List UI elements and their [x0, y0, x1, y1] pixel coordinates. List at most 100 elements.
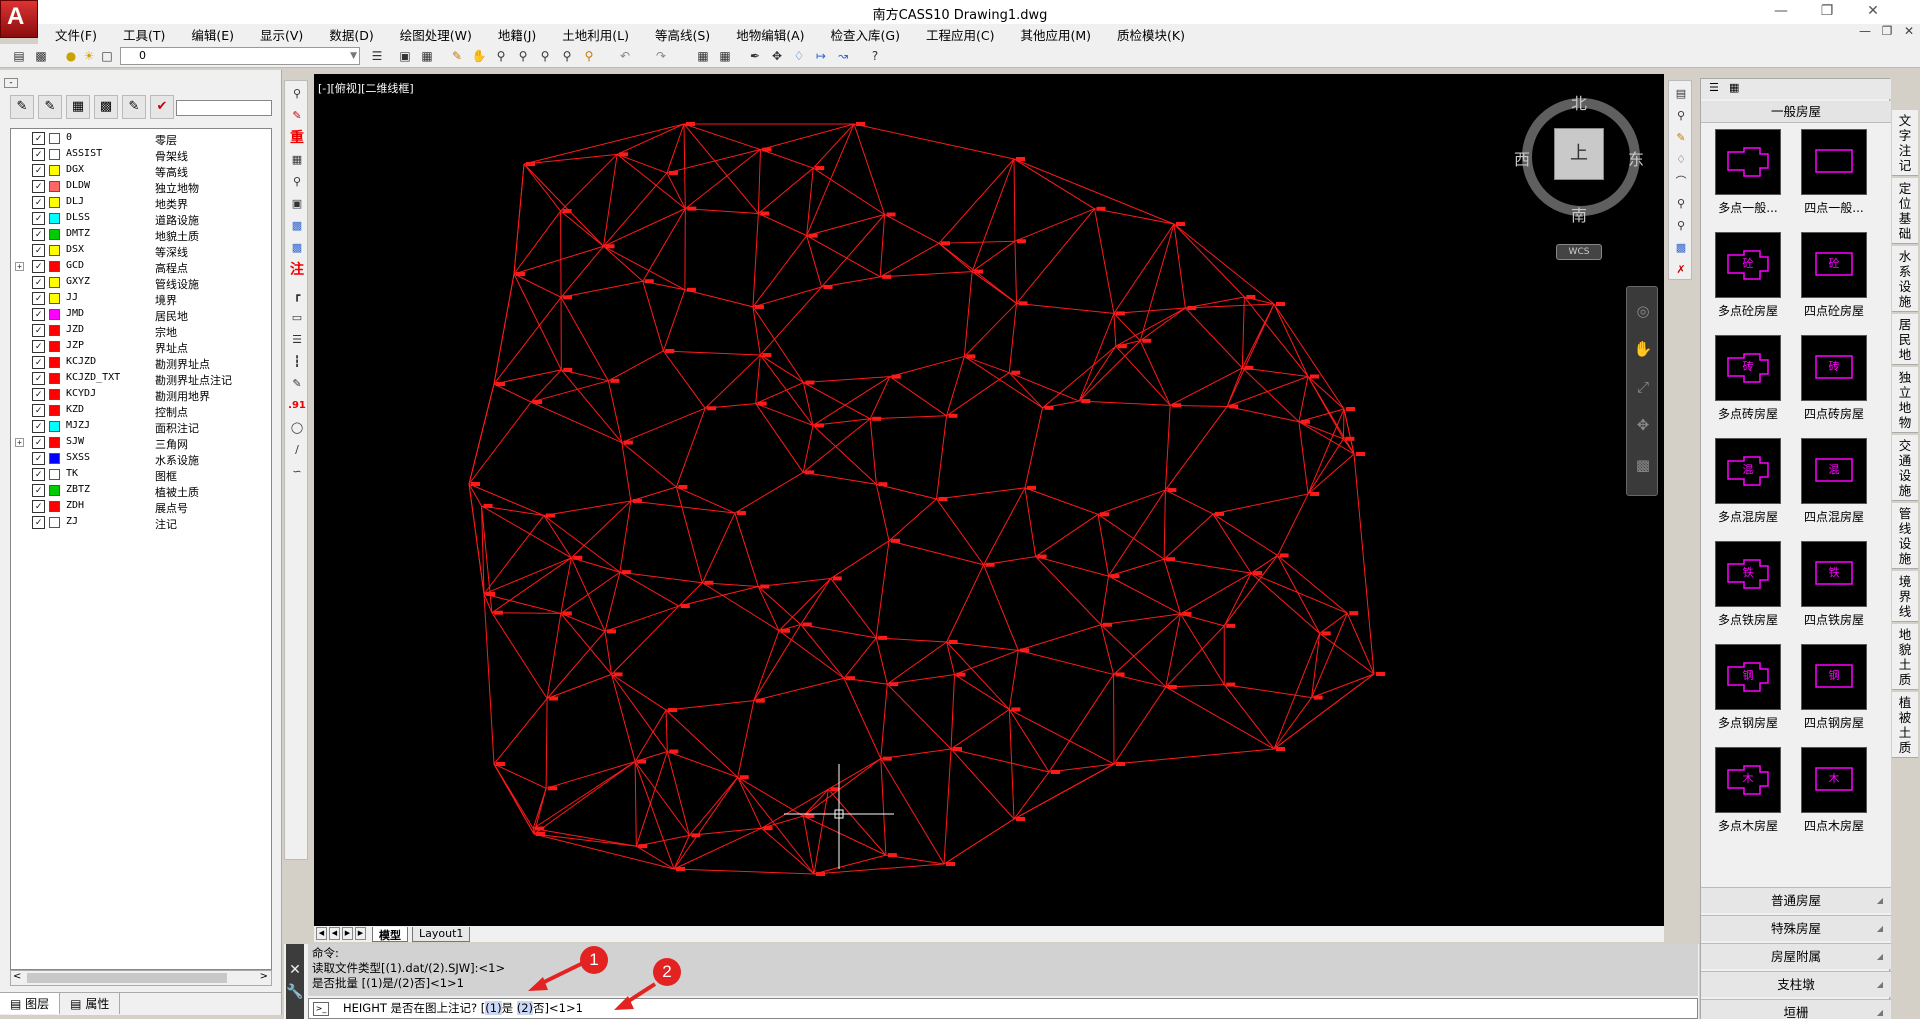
properties-icon[interactable]: ☰	[368, 47, 386, 65]
menu-item-8[interactable]: 等高线(S)	[642, 25, 723, 44]
extend-icon[interactable]: ↦	[812, 47, 830, 65]
trim-icon[interactable]: ↝	[834, 47, 852, 65]
menu-item-2[interactable]: 编辑(E)	[178, 25, 247, 44]
coord-icon[interactable]: ▣	[288, 195, 306, 213]
layer-visible-checkbox[interactable]: ✓	[32, 468, 45, 481]
layer-row[interactable]: ✓ KCJZD_TXT 勘测界址点注记	[11, 371, 271, 387]
symbol-item[interactable]: 钢四点钢房屋	[1781, 638, 1867, 738]
layer-visible-checkbox[interactable]: ✓	[32, 132, 45, 145]
symbol-item[interactable]: 混多点混房屋	[1701, 432, 1781, 532]
layer-color-swatch[interactable]	[49, 501, 60, 512]
layer-row[interactable]: ✓ DLSS 道路设施	[11, 211, 271, 227]
layer-color-swatch[interactable]	[49, 373, 60, 384]
layer-visible-checkbox[interactable]: ✓	[32, 436, 45, 449]
layer-color-swatch[interactable]	[49, 437, 60, 448]
expand-icon[interactable]: +	[15, 438, 24, 447]
line-icon[interactable]: ∕	[288, 441, 306, 459]
help-icon[interactable]: ?	[866, 47, 884, 65]
layer-color-swatch[interactable]	[49, 149, 60, 160]
vertical-tab-2[interactable]: 水系设施	[1892, 246, 1918, 312]
layer-visible-checkbox[interactable]: ✓	[32, 452, 45, 465]
layer-properties-icon[interactable]: ▤	[10, 47, 28, 65]
open-icon[interactable]: ▣	[396, 47, 414, 65]
snap-icon[interactable]: ♢	[790, 47, 808, 65]
symbol-category-0[interactable]: 普通房屋 ◢	[1701, 887, 1891, 913]
layer-check-icon[interactable]: ✔	[150, 95, 174, 119]
menu-item-7[interactable]: 土地利用(L)	[549, 25, 642, 44]
layer-row[interactable]: ✓ SXSS 水系设施	[11, 451, 271, 467]
layer-visible-checkbox[interactable]: ✓	[32, 164, 45, 177]
house-symbol-icon[interactable]: 混	[1715, 438, 1781, 504]
vertical-tab-1[interactable]: 定位基础	[1892, 178, 1918, 244]
symbol-item[interactable]: 砖四点砖房屋	[1781, 329, 1867, 429]
close-button[interactable]: ✕	[1850, 0, 1896, 24]
layer-color-swatch[interactable]	[49, 405, 60, 416]
panel-collapse-icon[interactable]: -	[4, 78, 18, 88]
symbol-category-2[interactable]: 房屋附属 ◢	[1701, 943, 1891, 969]
menu-item-3[interactable]: 显示(V)	[247, 25, 316, 44]
layer-color-swatch[interactable]	[49, 197, 60, 208]
doc-close-icon[interactable]: ✕	[1898, 24, 1920, 38]
compass-south[interactable]: 南	[1571, 202, 1587, 226]
symbol-category-3[interactable]: 支柱墩 ◢	[1701, 971, 1891, 997]
zoom-previous-icon[interactable]: ⚲	[536, 47, 554, 65]
query-tool-icon[interactable]: ⚲	[1672, 195, 1690, 213]
prev-tab-arrow-icon[interactable]: ◀	[329, 927, 340, 940]
layer-color-swatch[interactable]	[49, 229, 60, 240]
layer-row[interactable]: ✓ KCJZD 勘测界址点	[11, 355, 271, 371]
layer-color-swatch[interactable]	[49, 325, 60, 336]
draw-tool-icon[interactable]: ▤	[1672, 85, 1690, 103]
zoom-extents-icon[interactable]: ⚲	[558, 47, 576, 65]
layer-color-swatch[interactable]	[49, 245, 60, 256]
design-center-icon[interactable]: ▦	[694, 47, 712, 65]
edit-point-icon[interactable]: ✎	[288, 107, 306, 125]
symbol-item[interactable]: 砼多点砼房屋	[1701, 226, 1781, 326]
symbol-item[interactable]: 四点一般...	[1781, 123, 1867, 223]
layer-color-swatch[interactable]	[49, 469, 60, 480]
layer-on-icon[interactable]: ●	[62, 47, 80, 65]
vertical-tab-5[interactable]: 交通设施	[1892, 435, 1918, 501]
layer-color-swatch[interactable]	[49, 277, 60, 288]
layer-row[interactable]: ✓ DLDW 独立地物	[11, 179, 271, 195]
new-layer-icon[interactable]: ✎	[10, 95, 34, 119]
tab-model[interactable]: 模型	[372, 927, 408, 942]
layer-row[interactable]: ✓ KZD 控制点	[11, 403, 271, 419]
layer-visible-checkbox[interactable]: ✓	[32, 276, 45, 289]
vertical-tab-7[interactable]: 境界线	[1892, 571, 1918, 622]
vertical-tab-9[interactable]: 植被土质	[1892, 692, 1918, 758]
expand-icon[interactable]: +	[15, 262, 24, 271]
symbol-item[interactable]: 多点一般...	[1701, 123, 1781, 223]
compass-east[interactable]: 东	[1628, 146, 1644, 170]
house-symbol-icon[interactable]: 钢	[1801, 644, 1867, 710]
orbit-icon[interactable]: ✥	[1633, 415, 1653, 435]
layer-row[interactable]: ✓ DGX 等高线	[11, 163, 271, 179]
zoom-extents-icon[interactable]: ⤢	[1633, 377, 1653, 397]
layer-row[interactable]: ✓ DLJ 地类界	[11, 195, 271, 211]
layer-row[interactable]: ✓ ASSIST 骨架线	[11, 147, 271, 163]
vertical-tab-0[interactable]: 文字注记	[1892, 110, 1918, 176]
showmotion-icon[interactable]: ▩	[1633, 455, 1653, 475]
pan-icon[interactable]: ✋	[470, 47, 488, 65]
polyline-icon[interactable]: ┏	[288, 287, 306, 305]
option-1[interactable]: (1)	[485, 1001, 502, 1015]
zoom-all-icon[interactable]: ⚲	[580, 47, 598, 65]
layer-row[interactable]: ✓ ZJ 注记	[11, 515, 271, 531]
layer-copy-icon[interactable]: ▩	[94, 95, 118, 119]
arc-tool-icon[interactable]: ⌒	[1672, 173, 1690, 191]
pencil-icon[interactable]: ✎	[448, 47, 466, 65]
delete-tool-icon[interactable]: ✗	[1672, 261, 1690, 279]
close-command-icon[interactable]: ✕	[286, 962, 304, 978]
layer-color-swatch[interactable]	[49, 133, 60, 144]
layer-visible-checkbox[interactable]: ✓	[32, 484, 45, 497]
layer-row[interactable]: ✓ MJZJ 面积注记	[11, 419, 271, 435]
wcs-button[interactable]: WCS	[1556, 244, 1602, 260]
compass-west[interactable]: 西	[1514, 146, 1530, 170]
node-tool-icon[interactable]: ♢	[1672, 151, 1690, 169]
symbol-item[interactable]: 砼四点砼房屋	[1781, 226, 1867, 326]
layer-visible-checkbox[interactable]: ✓	[32, 324, 45, 337]
house-symbol-icon[interactable]: 铁	[1715, 541, 1781, 607]
tab-layers[interactable]: ▤ 图层	[0, 993, 61, 1014]
minimize-button[interactable]: —	[1758, 0, 1804, 24]
layer-row[interactable]: ✓ JJ 境界	[11, 291, 271, 307]
table-icon[interactable]: ▦	[716, 47, 734, 65]
